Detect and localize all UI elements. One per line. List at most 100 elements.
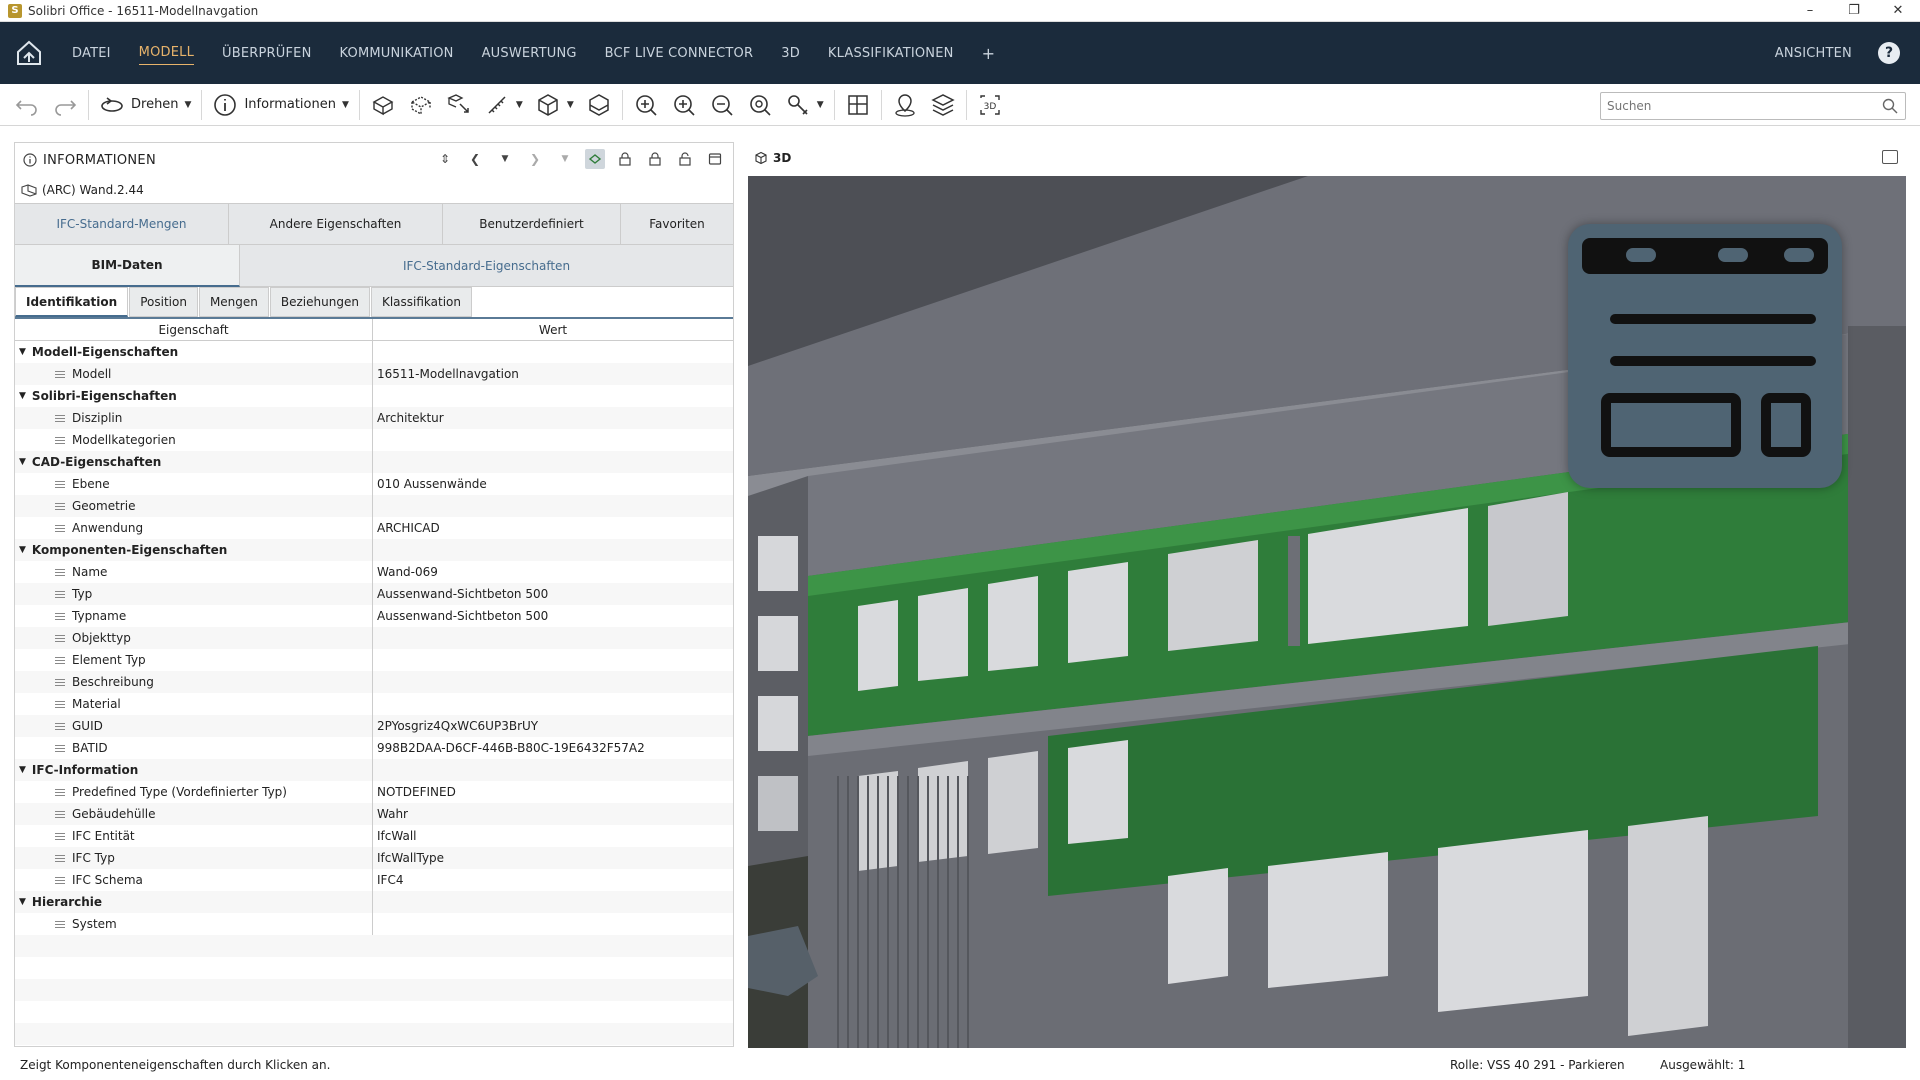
property-row[interactable]: Typ Aussenwand-Sichtbeton 500 (15, 583, 733, 605)
redo-icon[interactable] (51, 91, 79, 119)
property-row[interactable]: Anwendung ARCHICAD (15, 517, 733, 539)
menu-3d[interactable]: 3D (781, 42, 800, 65)
next-icon[interactable]: ❯ (525, 149, 545, 169)
expand-caret-icon[interactable]: ▼ (19, 545, 26, 555)
property-row[interactable]: System (15, 913, 733, 935)
pick-dropdown-icon[interactable]: ▼ (817, 100, 824, 110)
cube-view-icon[interactable] (534, 91, 562, 119)
property-row[interactable]: Modell 16511-Modellnavgation (15, 363, 733, 385)
property-group-row[interactable]: ▼ Solibri-Eigenschaften (15, 385, 733, 407)
section-box-icon[interactable] (585, 91, 613, 119)
measure-dropdown-icon[interactable]: ▼ (516, 100, 523, 110)
restore-icon[interactable]: ❐ (1832, 0, 1876, 22)
status-role[interactable]: Rolle: VSS 40 291 - Parkieren (1450, 1058, 1625, 1072)
property-group-row[interactable]: ▼ Modell-Eigenschaften (15, 341, 733, 363)
home-icon[interactable] (14, 38, 44, 68)
location-icon[interactable] (891, 91, 919, 119)
property-group-row[interactable]: ▼ IFC-Information (15, 759, 733, 781)
undo-icon[interactable] (13, 91, 41, 119)
link-selection-icon[interactable] (585, 149, 605, 169)
menu-ansichten[interactable]: ANSICHTEN (1775, 42, 1852, 65)
tab-ifc-standard-mengen[interactable]: IFC-Standard-Mengen (15, 204, 229, 245)
property-group-row[interactable]: ▼ Komponenten-Eigenschaften (15, 539, 733, 561)
property-row[interactable]: Disziplin Architektur (15, 407, 733, 429)
minimize-icon[interactable]: – (1788, 0, 1832, 22)
layers-icon[interactable] (929, 91, 957, 119)
rotate-dropdown-icon[interactable]: ▼ (185, 100, 192, 110)
expand-caret-icon[interactable]: ▼ (19, 457, 26, 467)
property-row[interactable]: Gebäudehülle Wahr (15, 803, 733, 825)
search-icon[interactable] (1881, 97, 1899, 115)
tab-andere-eigenschaften[interactable]: Andere Eigenschaften (229, 204, 443, 245)
menu-kommunikation[interactable]: KOMMUNIKATION (340, 42, 454, 65)
measure-icon[interactable] (483, 91, 511, 119)
menu-ueberpruefen[interactable]: ÜBERPRÜFEN (222, 42, 311, 65)
history-dropdown-icon[interactable]: ▼ (495, 149, 515, 169)
tab-mengen[interactable]: Mengen (198, 287, 269, 317)
property-row[interactable]: Objekttyp (15, 627, 733, 649)
tab-bim-daten[interactable]: BIM-Daten (15, 245, 240, 287)
tab-ifc-standard-eigenschaften[interactable]: IFC-Standard-Eigenschaften (240, 245, 733, 287)
zoom-out-icon[interactable] (708, 91, 736, 119)
info-label[interactable]: Informationen (244, 97, 336, 112)
expand-caret-icon[interactable]: ▼ (19, 897, 26, 907)
lock-icon[interactable] (645, 149, 665, 169)
property-row[interactable]: Element Typ (15, 649, 733, 671)
view-3d-icon[interactable]: 3D (976, 91, 1004, 119)
tab-favoriten[interactable]: Favoriten (621, 204, 733, 245)
forward-dropdown-icon[interactable]: ▼ (555, 149, 575, 169)
pick-icon[interactable] (784, 91, 812, 119)
property-group-row[interactable]: ▼ CAD-Eigenschaften (15, 451, 733, 473)
maximize-view-icon[interactable] (1882, 150, 1898, 164)
info-icon[interactable] (211, 91, 239, 119)
help-icon[interactable]: ? (1878, 42, 1900, 64)
property-row[interactable]: Geometrie (15, 495, 733, 517)
zoom-in-icon[interactable] (670, 91, 698, 119)
property-row[interactable]: Material (15, 693, 733, 715)
property-row[interactable]: IFC Entität IfcWall (15, 825, 733, 847)
tab-klassifikation[interactable]: Klassifikation (370, 287, 472, 317)
close-icon[interactable]: ✕ (1876, 0, 1920, 22)
menu-datei[interactable]: DATEI (72, 42, 111, 65)
cube-view-dropdown-icon[interactable]: ▼ (567, 100, 574, 110)
menu-auswertung[interactable]: AUSWERTUNG (482, 42, 577, 65)
column-header-value[interactable]: Wert (373, 319, 733, 340)
expand-caret-icon[interactable]: ▼ (19, 391, 26, 401)
tab-position[interactable]: Position (129, 287, 198, 317)
rotate-label[interactable]: Drehen (131, 97, 179, 112)
property-row[interactable]: Ebene 010 Aussenwände (15, 473, 733, 495)
unlock-icon[interactable] (675, 149, 695, 169)
menu-modell[interactable]: MODELL (138, 41, 195, 65)
property-row[interactable]: GUID 2PYosgriz4QxWC6UP3BrUY (15, 715, 733, 737)
property-row[interactable]: Name Wand-069 (15, 561, 733, 583)
property-row[interactable]: Predefined Type (Vordefinierter Typ) NOTD… (15, 781, 733, 803)
search-box[interactable] (1600, 92, 1906, 120)
sort-icon[interactable]: ⇕ (435, 149, 455, 169)
rotate-icon[interactable] (98, 91, 126, 119)
add-tab-button[interactable]: + (982, 44, 995, 63)
zoom-fit-icon[interactable] (632, 91, 660, 119)
expand-caret-icon[interactable]: ▼ (19, 347, 26, 357)
property-row[interactable]: BATID 998B2DAA-D6CF-446B-B80C-19E6432F57A… (15, 737, 733, 759)
tab-benutzerdefiniert[interactable]: Benutzerdefiniert (443, 204, 621, 245)
menu-klassifikationen[interactable]: KLASSIFIKATIONEN (828, 42, 954, 65)
expand-caret-icon[interactable]: ▼ (19, 765, 26, 775)
tab-beziehungen[interactable]: Beziehungen (269, 287, 370, 317)
column-header-property[interactable]: Eigenschaft (15, 319, 373, 340)
visibility-icon[interactable] (369, 91, 397, 119)
zoom-selected-icon[interactable] (746, 91, 774, 119)
menu-bcf-live-connector[interactable]: BCF LIVE CONNECTOR (605, 42, 754, 65)
hide-icon[interactable] (407, 91, 435, 119)
property-row[interactable]: Typname Aussenwand-Sichtbeton 500 (15, 605, 733, 627)
property-row[interactable]: IFC Typ IfcWallType (15, 847, 733, 869)
property-row[interactable]: Modellkategorien (15, 429, 733, 451)
select-icon[interactable] (445, 91, 473, 119)
previous-icon[interactable]: ❮ (465, 149, 485, 169)
property-row[interactable]: IFC Schema IFC4 (15, 869, 733, 891)
maximize-panel-icon[interactable] (705, 149, 725, 169)
tab-identifikation[interactable]: Identifikation (15, 287, 129, 317)
property-group-row[interactable]: ▼ Hierarchie (15, 891, 733, 913)
property-row[interactable]: Beschreibung (15, 671, 733, 693)
search-input[interactable] (1601, 93, 1871, 119)
floor-plan-icon[interactable] (844, 91, 872, 119)
